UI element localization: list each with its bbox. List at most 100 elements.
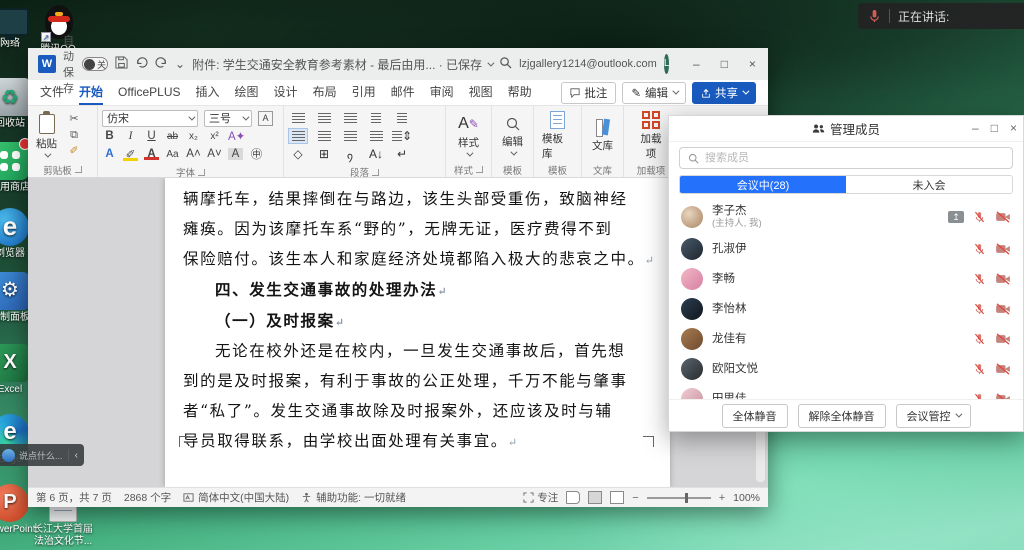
justify-icon[interactable] <box>366 128 386 144</box>
tab-help[interactable]: 帮助 <box>508 80 532 105</box>
superscript-icon[interactable]: x² <box>207 131 222 142</box>
dialog-launcher-icon[interactable] <box>198 169 205 176</box>
text-highlight-blue-icon[interactable]: A <box>102 148 117 160</box>
decrease-indent-icon[interactable] <box>366 110 386 126</box>
multilevel-list-icon[interactable] <box>340 110 360 126</box>
search-icon[interactable] <box>499 56 512 72</box>
comments-button[interactable]: 批注 <box>561 82 616 104</box>
styles-button[interactable]: A✎ 样式 <box>454 109 483 162</box>
focus-mode-button[interactable]: 专注 <box>523 490 558 505</box>
chat-input-placeholder[interactable]: 说点什么... <box>19 449 64 462</box>
dialog-launcher-icon[interactable] <box>372 169 379 176</box>
member-row[interactable]: 李子杰 (主持人, 我) ↥ <box>669 200 1023 234</box>
subscript-icon[interactable]: x₂ <box>186 131 201 142</box>
save-icon[interactable] <box>115 56 128 72</box>
tab-references[interactable]: 引用 <box>352 80 376 105</box>
tab-not-joined[interactable]: 未入会 <box>846 176 1012 193</box>
increase-indent-icon[interactable] <box>392 110 412 126</box>
format-painter-icon[interactable]: ✐ <box>65 145 83 158</box>
member-search-box[interactable] <box>679 147 1013 169</box>
font-name-combo[interactable]: 仿宋 <box>102 110 198 127</box>
bold-button[interactable]: B <box>102 130 117 142</box>
line-spacing-icon[interactable]: ⇕ <box>392 128 412 144</box>
tab-file[interactable]: 文件 <box>40 80 64 105</box>
close-button[interactable]: × <box>1010 116 1017 141</box>
undo-icon[interactable] <box>135 56 148 72</box>
dialog-launcher-icon[interactable] <box>75 166 82 173</box>
change-case-icon[interactable]: Aa <box>165 149 180 160</box>
tab-mailings[interactable]: 邮件 <box>391 80 415 105</box>
chat-quick-bar[interactable]: 说点什么... ‹ <box>0 444 84 466</box>
align-right-icon[interactable] <box>340 128 360 144</box>
strikethrough-icon[interactable]: ab <box>165 131 180 142</box>
editing-button-ribbon[interactable]: 编辑 <box>498 109 527 162</box>
align-center-icon[interactable] <box>314 128 334 144</box>
zoom-slider-thumb[interactable] <box>685 493 688 503</box>
tab-design[interactable]: 设计 <box>274 80 298 105</box>
char-border-icon[interactable]: A <box>258 111 273 126</box>
library-button[interactable]: 文库 <box>588 109 617 162</box>
clear-format-icon[interactable]: A <box>228 148 243 160</box>
account-avatar[interactable]: L <box>664 54 670 74</box>
read-mode-icon[interactable] <box>566 491 580 504</box>
more-icon[interactable]: ⌄ <box>175 57 185 71</box>
mute-all-button[interactable]: 全体静音 <box>722 404 788 428</box>
tab-draw[interactable]: 绘图 <box>235 80 259 105</box>
account-email[interactable]: lzjgallery1214@outlook.com <box>519 58 657 70</box>
underline-button[interactable]: U <box>144 130 159 142</box>
member-row[interactable]: 田思佳 <box>669 384 1023 399</box>
unmute-all-button[interactable]: 解除全体静音 <box>798 404 886 428</box>
redo-icon[interactable] <box>155 56 168 72</box>
maximize-button[interactable]: □ <box>712 53 736 75</box>
meeting-controls-button[interactable]: 会议管控 <box>896 404 971 428</box>
grow-font-icon[interactable]: A˄ <box>186 148 201 160</box>
print-layout-icon[interactable] <box>588 491 602 504</box>
font-color-icon[interactable]: A <box>144 148 159 160</box>
language-status[interactable]: 简体中文(中国大陆) <box>183 490 289 505</box>
member-row[interactable]: 李怡林 <box>669 294 1023 324</box>
tab-review[interactable]: 审阅 <box>430 80 454 105</box>
tab-home[interactable]: 开始 <box>79 80 103 105</box>
dialog-launcher-icon[interactable] <box>476 166 483 173</box>
copy-icon[interactable]: ⧉ <box>65 129 83 142</box>
member-row[interactable]: 李畅 <box>669 264 1023 294</box>
tab-layout[interactable]: 布局 <box>313 80 337 105</box>
align-left-icon[interactable] <box>288 128 308 144</box>
show-marks-icon[interactable]: ↵ <box>392 146 412 162</box>
web-layout-icon[interactable] <box>610 491 624 504</box>
cut-icon[interactable]: ✂ <box>65 113 83 126</box>
document-title[interactable]: 附件: 学生交通安全教育参考素材 - 最后由用... · 已保存 <box>192 56 492 73</box>
maximize-button[interactable]: □ <box>991 116 998 141</box>
page-indicator[interactable]: 第 6 页，共 7 页 <box>36 490 112 505</box>
addins-button[interactable]: 加载项 <box>634 109 668 162</box>
word-count[interactable]: 2868 个字 <box>124 490 171 505</box>
editing-button[interactable]: ✎编辑 <box>622 82 686 104</box>
zoom-out-button[interactable]: − <box>632 492 638 504</box>
tab-insert[interactable]: 插入 <box>196 80 220 105</box>
member-row[interactable]: 龙佳有 <box>669 324 1023 354</box>
collapse-icon[interactable]: ‹ <box>73 450 80 461</box>
minimize-button[interactable]: – <box>972 116 979 141</box>
zoom-level[interactable]: 100% <box>733 492 760 504</box>
borders-icon[interactable]: ⊞ <box>314 146 334 162</box>
close-button[interactable]: × <box>740 53 764 75</box>
member-row[interactable]: 欧阳文悦 <box>669 354 1023 384</box>
template-library-button[interactable]: 模板库 <box>538 109 577 162</box>
tab-view[interactable]: 视图 <box>469 80 493 105</box>
shrink-font-icon[interactable]: A˅ <box>207 148 222 160</box>
font-size-combo[interactable]: 三号 <box>204 110 252 127</box>
accessibility-status[interactable]: 辅助功能: 一切就绪 <box>301 490 406 505</box>
text-effects-icon[interactable]: A✦ <box>228 129 243 143</box>
tab-officeplus[interactable]: OfficePLUS <box>118 80 180 105</box>
numbering-icon[interactable] <box>314 110 334 126</box>
bullets-icon[interactable] <box>288 110 308 126</box>
share-button[interactable]: 共享 <box>692 82 756 104</box>
shading-icon[interactable]: ◇ <box>288 146 308 162</box>
member-row[interactable]: 孔淑伊 <box>669 234 1023 264</box>
paste-button[interactable]: 粘贴 <box>32 109 61 162</box>
asian-layout-icon[interactable]: ᠀ <box>340 146 360 162</box>
member-search-input[interactable] <box>705 152 1004 164</box>
italic-button[interactable]: I <box>123 130 138 142</box>
toggle-switch-icon[interactable]: 关 <box>82 57 108 71</box>
sort-icon[interactable]: A↓ <box>366 146 386 162</box>
